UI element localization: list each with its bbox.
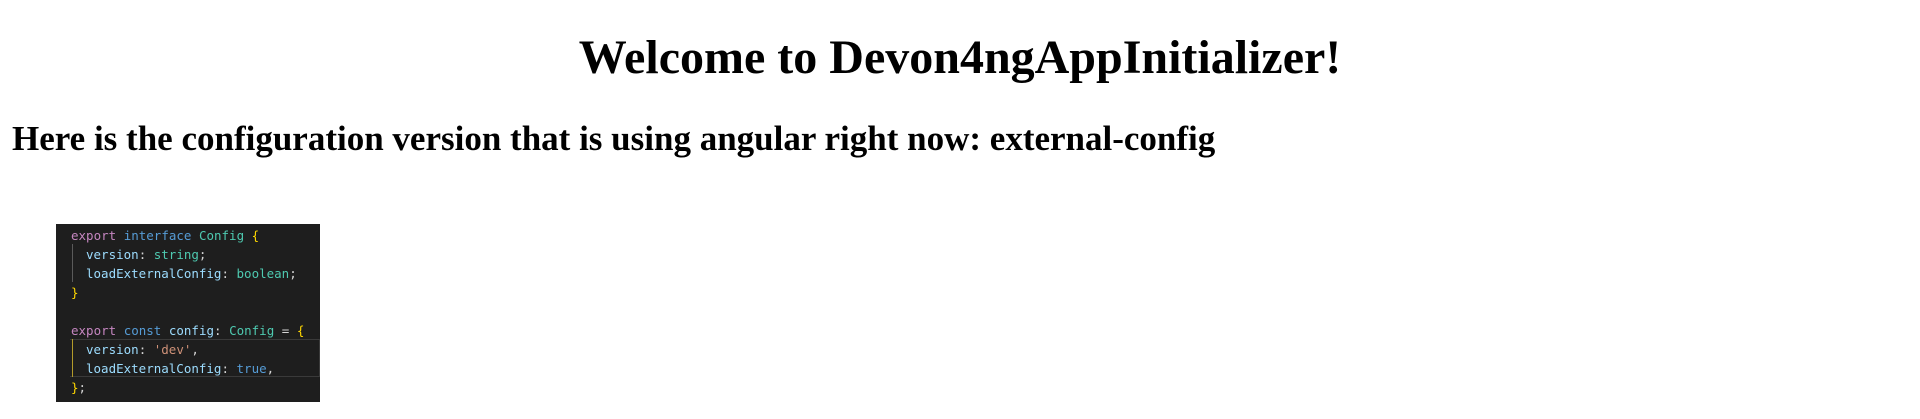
code-line-6: export const config: Config = { [56,321,320,340]
code-token: } [71,285,79,300]
code-line-1: export interface Config { [56,226,320,245]
code-line-2: version: string; [56,245,320,264]
config-code-image: export interface Config { version: strin… [56,224,320,402]
code-token: loadExternalConfig [86,361,222,376]
code-token: { [296,323,305,338]
code-token: string [153,247,199,262]
code-token: : [221,361,237,376]
code-token: ; [78,380,87,395]
code-token: const [123,323,162,338]
code-token: : [138,342,154,357]
code-token: = [274,323,297,338]
code-token: version [86,342,139,357]
code-line-7: version: 'dev', [56,340,320,359]
code-token: true [236,361,267,376]
code-token: , [266,361,275,376]
code-token: Config [198,228,245,243]
code-token: , [191,342,199,357]
code-token: ; [198,247,207,262]
code-token: } [71,380,79,395]
code-line-3: loadExternalConfig: boolean; [56,264,320,283]
code-line-8: loadExternalConfig: true, [56,359,320,378]
code-token: export [71,323,117,338]
code-token: config [168,323,215,338]
code-token: ; [289,266,297,281]
code-token: version [86,247,139,262]
code-token: : [214,323,230,338]
code-token: 'dev' [153,342,192,357]
code-token: : [221,266,237,281]
code-token: : [138,247,154,262]
config-version-heading: Here is the configuration version that i… [12,119,1216,158]
page-title: Welcome to Devon4ngAppInitializer! [578,31,1342,84]
code-token: interface [123,228,192,243]
code-token: export [71,228,117,243]
code-token: { [251,228,260,243]
code-line-9: }; [56,378,320,397]
code-token: loadExternalConfig [86,266,222,281]
code-token: boolean [236,266,290,281]
code-token: Config [229,323,275,338]
code-line-4: } [56,283,320,302]
